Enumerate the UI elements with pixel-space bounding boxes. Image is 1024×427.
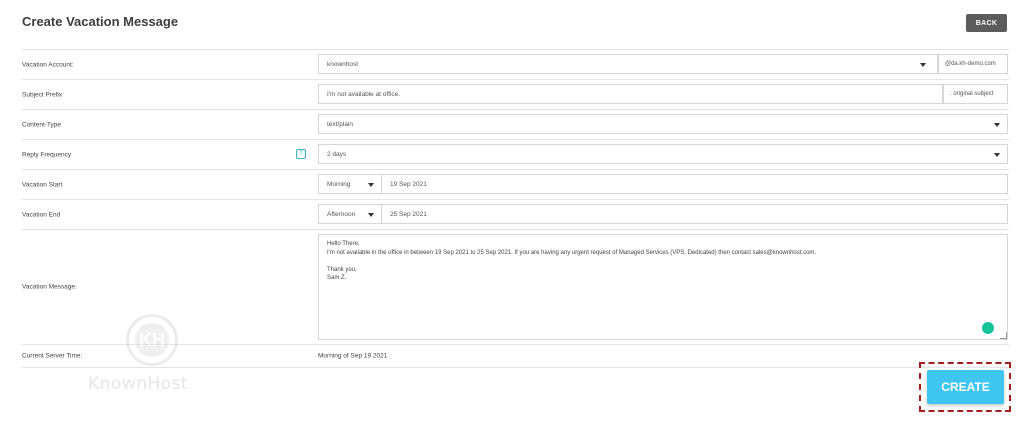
domain-text: @da.kh-demo.com bbox=[945, 61, 996, 67]
help-icon[interactable]: ? bbox=[296, 149, 306, 159]
dropdown-caret-icon bbox=[368, 213, 374, 217]
resize-handle-icon[interactable] bbox=[1000, 332, 1007, 339]
reply-frequency-select[interactable]: 2 days bbox=[318, 144, 1008, 164]
vacation-message-label: Vacation Message: bbox=[22, 283, 77, 291]
server-time-value: Morning of Sep 19 2021 bbox=[318, 352, 388, 360]
subject-prefix-input[interactable]: I'm not available at office. bbox=[318, 84, 943, 104]
vacation-account-domain: @da.kh-demo.com bbox=[938, 54, 1008, 74]
vacation-end-row: Vacation End Afternoon 25 Sep 2021 bbox=[22, 200, 1009, 230]
page-title: Create Vacation Message bbox=[22, 14, 179, 29]
watermark-logo-icon: KH bbox=[126, 314, 178, 366]
message-line: Hello There, bbox=[327, 241, 360, 247]
vacation-start-date-value: 19 Sep 2021 bbox=[390, 180, 427, 188]
knownhost-watermark: KH KnownHost bbox=[88, 310, 228, 400]
subject-prefix-row: Subject Prefix I'm not available at offi… bbox=[22, 80, 1009, 110]
vacation-start-time-select[interactable]: Morning bbox=[318, 174, 382, 194]
dropdown-caret-icon bbox=[368, 183, 374, 187]
suffix-text: : original subject bbox=[950, 91, 994, 97]
vacation-account-label: Vacation Account: bbox=[22, 61, 74, 68]
reply-frequency-value: 2 days bbox=[327, 150, 347, 158]
watermark-text: KnownHost bbox=[88, 374, 189, 394]
subject-prefix-value: I'm not available at office. bbox=[327, 90, 401, 98]
vacation-start-row: Vacation Start Morning 19 Sep 2021 bbox=[22, 170, 1009, 200]
content-type-row: Content-Type text/plain bbox=[22, 110, 1009, 140]
subject-prefix-label: Subject Prefix bbox=[22, 91, 63, 98]
vacation-start-date-input[interactable]: 19 Sep 2021 bbox=[382, 174, 1008, 194]
content-type-label: Content-Type bbox=[22, 121, 62, 128]
dropdown-caret-icon bbox=[920, 63, 926, 67]
create-button[interactable]: CREATE bbox=[927, 370, 1004, 404]
dropdown-caret-icon bbox=[994, 123, 1000, 127]
vacation-end-time-value: Afternoon bbox=[327, 210, 356, 218]
vacation-end-date-value: 25 Sep 2021 bbox=[390, 210, 427, 218]
dropdown-caret-icon bbox=[994, 153, 1000, 157]
vacation-account-select[interactable]: knownhost bbox=[318, 54, 938, 74]
grammarly-icon[interactable] bbox=[982, 322, 994, 334]
vacation-end-date-input[interactable]: 25 Sep 2021 bbox=[382, 204, 1008, 224]
message-line: I'm not available in the office in betwe… bbox=[327, 249, 817, 256]
vacation-account-value: knownhost bbox=[327, 60, 359, 68]
vacation-start-time-value: Morning bbox=[327, 180, 351, 188]
watermark-logo-letters: KH bbox=[135, 323, 169, 357]
content-type-value: text/plain bbox=[327, 120, 354, 128]
message-line: Thank you, bbox=[327, 266, 357, 273]
server-time-label: Current Server Time: bbox=[22, 352, 83, 360]
vacation-end-label: Vacation End bbox=[22, 211, 61, 218]
reply-frequency-row: Reply Frequency ? 2 days bbox=[22, 140, 1009, 170]
message-line bbox=[327, 257, 999, 266]
reply-frequency-label: Reply Frequency bbox=[22, 151, 72, 158]
back-button[interactable]: BACK bbox=[966, 14, 1007, 32]
vacation-message-textarea[interactable]: Hello There, I'm not available in the of… bbox=[318, 234, 1008, 340]
vacation-end-time-select[interactable]: Afternoon bbox=[318, 204, 382, 224]
subject-prefix-suffix: : original subject bbox=[943, 84, 1008, 104]
vacation-start-label: Vacation Start bbox=[22, 181, 63, 188]
vacation-account-row: Vacation Account: knownhost @da.kh-demo.… bbox=[22, 49, 1009, 80]
message-line: Sam Z. bbox=[327, 275, 347, 281]
content-type-select[interactable]: text/plain bbox=[318, 114, 1008, 134]
